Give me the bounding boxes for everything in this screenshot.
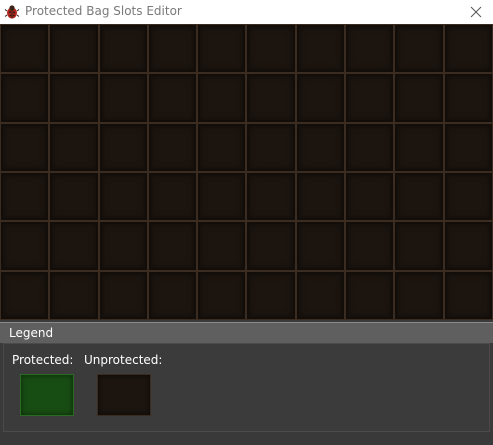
bag-slot[interactable] (98, 171, 148, 222)
bag-slot[interactable] (98, 24, 148, 74)
bag-slot[interactable] (443, 73, 493, 123)
bag-slot[interactable] (49, 171, 99, 222)
bag-slot[interactable] (197, 24, 247, 74)
bag-slot[interactable] (443, 221, 493, 271)
bag-slot[interactable] (98, 73, 148, 123)
window-title: Protected Bag Slots Editor (25, 4, 182, 18)
bag-slot[interactable] (0, 171, 50, 222)
bag-slot[interactable] (295, 122, 346, 172)
bag-slot[interactable] (394, 122, 444, 172)
bag-slot[interactable] (0, 221, 50, 271)
protected-label: Protected: (12, 353, 74, 367)
bag-slot[interactable] (49, 221, 99, 271)
bag-slot[interactable] (443, 171, 493, 222)
bag-slot[interactable] (147, 24, 198, 74)
bag-slot[interactable] (295, 270, 346, 320)
bag-slot[interactable] (246, 73, 296, 123)
bag-slot[interactable] (0, 270, 50, 320)
protected-swatch (20, 374, 74, 416)
bag-slot[interactable] (0, 122, 50, 172)
bag-slot[interactable] (345, 73, 395, 123)
bag-slot[interactable] (394, 73, 444, 123)
bag-slot[interactable] (394, 270, 444, 320)
bag-slot[interactable] (394, 24, 444, 74)
bag-slot[interactable] (246, 171, 296, 222)
unprotected-label: Unprotected: (84, 353, 163, 367)
editor-window: Protected Bag Slots Editor Legend Protec… (0, 0, 493, 445)
bag-slot[interactable] (394, 171, 444, 222)
bag-slot[interactable] (443, 24, 493, 74)
legend-header: Legend (0, 322, 493, 343)
bag-slot[interactable] (147, 221, 198, 271)
bag-slot[interactable] (295, 73, 346, 123)
bag-slot[interactable] (197, 221, 247, 271)
bag-slot[interactable] (345, 221, 395, 271)
bag-slot[interactable] (246, 221, 296, 271)
close-icon (470, 6, 482, 18)
bag-slot[interactable] (394, 221, 444, 271)
bag-slot[interactable] (49, 73, 99, 123)
bag-slot[interactable] (345, 24, 395, 74)
bag-slot[interactable] (49, 270, 99, 320)
bag-slot[interactable] (0, 73, 50, 123)
bag-slot[interactable] (49, 122, 99, 172)
legend-title: Legend (9, 326, 54, 340)
bag-slot[interactable] (197, 171, 247, 222)
bag-slot[interactable] (147, 122, 198, 172)
bag-slot[interactable] (246, 24, 296, 74)
status-strip (0, 432, 493, 445)
title-bar: Protected Bag Slots Editor (0, 0, 493, 24)
bag-slot[interactable] (295, 221, 346, 271)
bag-slot[interactable] (49, 24, 99, 74)
bag-slot[interactable] (345, 171, 395, 222)
bag-slot[interactable] (147, 73, 198, 123)
bag-slot[interactable] (197, 270, 247, 320)
bag-slot[interactable] (295, 171, 346, 222)
bag-slot[interactable] (345, 270, 395, 320)
bag-slot[interactable] (98, 270, 148, 320)
bag-slot[interactable] (246, 270, 296, 320)
bag-slot[interactable] (98, 221, 148, 271)
bag-slot[interactable] (147, 171, 198, 222)
bag-slot[interactable] (147, 270, 198, 320)
bag-slot[interactable] (98, 122, 148, 172)
legend-panel: Protected: Unprotected: (3, 343, 490, 432)
bag-slot-grid (0, 24, 493, 320)
bag-slot[interactable] (345, 122, 395, 172)
app-bug-icon (4, 4, 20, 20)
close-button[interactable] (459, 0, 493, 24)
unprotected-swatch (97, 374, 151, 416)
bag-slot[interactable] (0, 24, 50, 74)
bag-slot[interactable] (197, 122, 247, 172)
bag-slot[interactable] (443, 270, 493, 320)
bag-slot[interactable] (197, 73, 247, 123)
bag-slot[interactable] (443, 122, 493, 172)
bag-slot[interactable] (246, 122, 296, 172)
bag-slot[interactable] (295, 24, 346, 74)
